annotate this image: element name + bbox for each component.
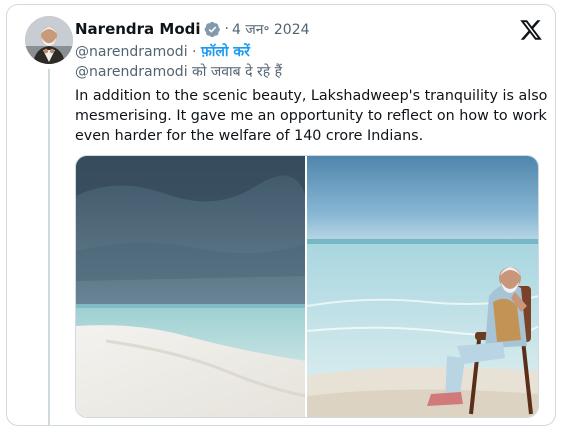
- tweet-text-line: even harder for the welfare of 140 crore…: [75, 128, 424, 144]
- tweet-text-line: mesmerising. It gave me an opportunity t…: [75, 108, 547, 124]
- verified-badge-icon[interactable]: [204, 21, 221, 38]
- tweet-card[interactable]: Narendra Modi · 4 जन॰ 2024 @narendramodi…: [6, 4, 556, 426]
- author-handle[interactable]: @narendramodi: [75, 44, 188, 60]
- man-on-beach-chair-photo: [307, 156, 538, 417]
- x-logo-icon[interactable]: [519, 18, 543, 42]
- tweet-text-line: In addition to the scenic beauty, Laksha…: [75, 88, 548, 104]
- media-photo-reflection[interactable]: [307, 156, 538, 417]
- avatar-image: [25, 16, 73, 64]
- handle-separator: ·: [192, 44, 197, 60]
- author-name[interactable]: Narendra Modi: [75, 20, 201, 38]
- thread-connector-line: [48, 69, 50, 425]
- tweet-media-grid: [75, 155, 539, 418]
- author-avatar[interactable]: [25, 16, 73, 64]
- replying-to-label: @narendramodi को जवाब दे रहे हैं: [75, 64, 283, 80]
- tweet-date[interactable]: 4 जन॰ 2024: [232, 20, 310, 39]
- media-photo-beach[interactable]: [76, 156, 306, 417]
- tweet-header: Narendra Modi · 4 जन॰ 2024: [75, 18, 310, 40]
- handle-row: @narendramodi · फ़ॉलो करें: [75, 42, 250, 61]
- header-separator: ·: [224, 21, 229, 37]
- follow-button[interactable]: फ़ॉलो करें: [201, 44, 250, 60]
- tweet-text: In addition to the scenic beauty, Laksha…: [75, 86, 548, 146]
- beach-storm-photo: [76, 156, 306, 417]
